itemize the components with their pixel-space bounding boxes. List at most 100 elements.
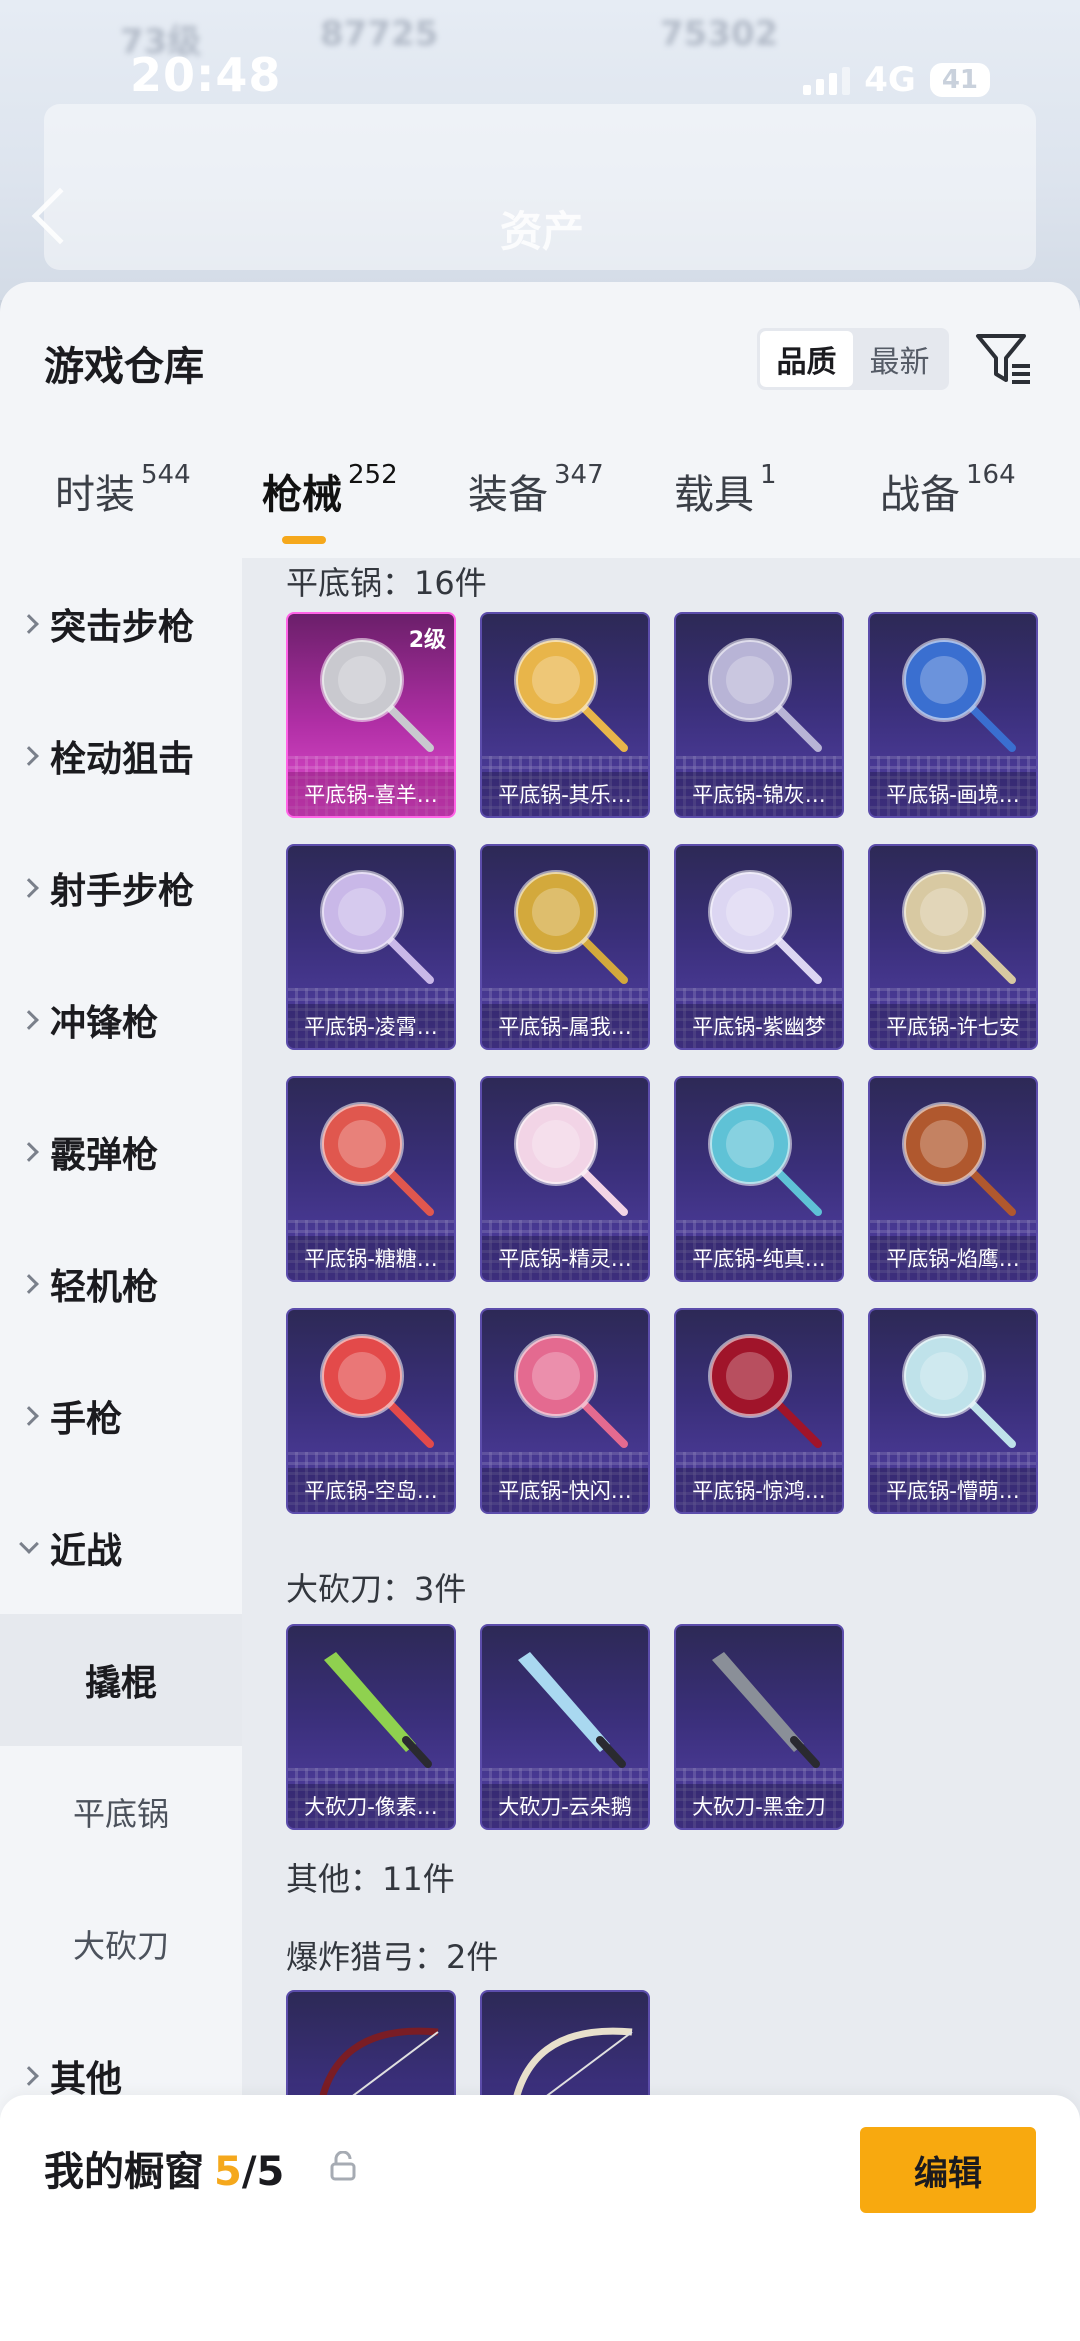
item-name: 平底锅-凌霄…	[288, 1004, 454, 1048]
item-name: 平底锅-懵萌…	[870, 1468, 1036, 1512]
chevron-right-icon	[19, 1142, 39, 1162]
blurred-points: 75302	[660, 14, 779, 54]
sidebar-item-lmg[interactable]: 轻机枪	[0, 1218, 242, 1350]
sidebar-subitem-pan[interactable]: 平底锅	[0, 1746, 242, 1878]
item-artwork	[324, 1652, 432, 1768]
item-name: 平底锅-精灵…	[482, 1236, 648, 1280]
tab-count: 347	[554, 460, 604, 490]
tab-count: 544	[141, 460, 191, 490]
item-artwork	[514, 1334, 628, 1448]
sidebar-subitem-machete[interactable]: 大砍刀	[0, 1878, 242, 2010]
item-artwork	[902, 1102, 1016, 1216]
tab-label: 时装	[55, 472, 135, 518]
item-card[interactable]: 大砍刀-云朵鹅	[480, 1624, 650, 1830]
item-name: 平底锅-快闪…	[482, 1468, 648, 1512]
item-card[interactable]: 平底锅-惊鸿…	[674, 1308, 844, 1514]
item-card[interactable]: 平底锅-其乐…	[480, 612, 650, 818]
item-card[interactable]: 平底锅-属我…	[480, 844, 650, 1050]
item-name: 平底锅-喜羊…	[288, 772, 454, 816]
sidebar-item-melee[interactable]: 近战	[0, 1482, 242, 1614]
item-artwork	[518, 1652, 626, 1768]
item-artwork	[514, 1102, 628, 1216]
item-card[interactable]: 大砍刀-黑金刀	[674, 1624, 844, 1830]
item-card[interactable]: 平底锅-焰鹰…	[868, 1076, 1038, 1282]
sidebar-item-assault-rifle[interactable]: 突击步枪	[0, 558, 242, 690]
sort-quality-button[interactable]: 品质	[760, 331, 853, 387]
item-card[interactable]: 平底锅-懵萌…	[868, 1308, 1038, 1514]
sidebar-item-label: 冲锋枪	[50, 1003, 159, 1044]
sidebar-item-marksman-rifle[interactable]: 射手步枪	[0, 822, 242, 954]
item-artwork	[320, 1102, 434, 1216]
sidebar-item-pistol[interactable]: 手枪	[0, 1350, 242, 1482]
item-name: 平底锅-许七安	[870, 1004, 1036, 1048]
status-indicators: 4G 41	[803, 60, 990, 100]
tab-label: 载具	[674, 472, 754, 518]
item-artwork	[902, 638, 1016, 752]
tab-firearms[interactable]: 枪械 252	[262, 460, 398, 520]
item-name: 平底锅-焰鹰…	[870, 1236, 1036, 1280]
item-artwork	[902, 1334, 1016, 1448]
item-card[interactable]: 平底锅-画境…	[868, 612, 1038, 818]
item-card[interactable]: 平底锅-许七安	[868, 844, 1038, 1050]
sidebar-item-bolt-sniper[interactable]: 栓动狙击	[0, 690, 242, 822]
chevron-right-icon	[19, 614, 39, 634]
tab-count: 252	[348, 460, 398, 490]
item-artwork	[902, 870, 1016, 984]
section-title-pan: 平底锅：16件	[286, 564, 487, 602]
chevron-right-icon	[19, 1406, 39, 1426]
lock-icon[interactable]	[330, 2150, 356, 2185]
item-card[interactable]: 平底锅-紫幽梦	[674, 844, 844, 1050]
sidebar-item-shotgun[interactable]: 霰弹枪	[0, 1086, 242, 1218]
sidebar-item-label: 手枪	[50, 1399, 123, 1440]
item-name: 平底锅-糖糖…	[288, 1236, 454, 1280]
sidebar-subitem-crowbar[interactable]: 撬棍	[0, 1614, 242, 1746]
item-name: 大砍刀-黑金刀	[676, 1784, 842, 1828]
signal-icon	[803, 65, 851, 95]
item-artwork	[514, 870, 628, 984]
item-card[interactable]: 大砍刀-像素…	[286, 1624, 456, 1830]
tab-equipment[interactable]: 装备 347	[468, 460, 604, 520]
item-name: 平底锅-空岛…	[288, 1468, 454, 1512]
filter-icon[interactable]	[974, 328, 1034, 390]
item-name: 大砍刀-像素…	[288, 1784, 454, 1828]
sheet-title: 游戏仓库	[44, 344, 204, 390]
tab-fashion[interactable]: 时装 544	[55, 460, 191, 520]
sidebar-item-label: 轻机枪	[50, 1267, 159, 1308]
item-grid-panel[interactable]: 平底锅：16件 大砍刀：3件 其他：11件 爆炸猎弓：2件 2级 平底锅-喜羊… 平…	[242, 558, 1080, 2341]
tab-label: 战备	[880, 472, 960, 518]
item-card[interactable]: 2级平底锅-喜羊…	[286, 612, 456, 818]
showcase-title: 我的橱窗 5 /5	[44, 2139, 284, 2197]
tab-vehicles[interactable]: 载具 1	[674, 460, 777, 520]
item-artwork	[708, 1334, 822, 1448]
item-card[interactable]: 平底锅-糖糖…	[286, 1076, 456, 1282]
sort-toggle: 品质 最新	[757, 328, 949, 390]
item-card[interactable]: 平底锅-凌霄…	[286, 844, 456, 1050]
item-level-badge: 2级	[408, 628, 446, 653]
item-artwork	[708, 638, 822, 752]
sidebar-item-smg[interactable]: 冲锋枪	[0, 954, 242, 1086]
page-title: 资产	[500, 207, 585, 256]
sidebar-item-label: 栓动狙击	[50, 739, 195, 780]
tab-label: 装备	[468, 472, 548, 518]
chevron-down-icon	[19, 1534, 39, 1554]
blurred-coins: 87725	[320, 14, 439, 54]
showcase-count: 5	[214, 2149, 242, 2195]
item-card[interactable]: 平底锅-纯真…	[674, 1076, 844, 1282]
item-artwork	[712, 1652, 820, 1768]
item-name: 平底锅-画境…	[870, 772, 1036, 816]
chevron-right-icon	[19, 878, 39, 898]
tab-combat-gear[interactable]: 战备 164	[880, 460, 1016, 520]
sidebar-item-label: 射手步枪	[50, 871, 195, 912]
sidebar-item-label: 突击步枪	[50, 607, 195, 648]
item-card[interactable]: 平底锅-锦灰…	[674, 612, 844, 818]
tab-count: 1	[760, 460, 777, 490]
item-card[interactable]: 平底锅-空岛…	[286, 1308, 456, 1514]
network-type: 4G	[864, 60, 916, 100]
item-card[interactable]: 平底锅-精灵…	[480, 1076, 650, 1282]
item-name: 平底锅-纯真…	[676, 1236, 842, 1280]
edit-button[interactable]: 编辑	[860, 2127, 1036, 2213]
sort-latest-button[interactable]: 最新	[853, 331, 946, 387]
warehouse-sheet: 游戏仓库 品质 最新 时装 544 枪械 252 装备 347 载具 1 战备 …	[0, 282, 1080, 2341]
chevron-right-icon	[19, 746, 39, 766]
item-card[interactable]: 平底锅-快闪…	[480, 1308, 650, 1514]
